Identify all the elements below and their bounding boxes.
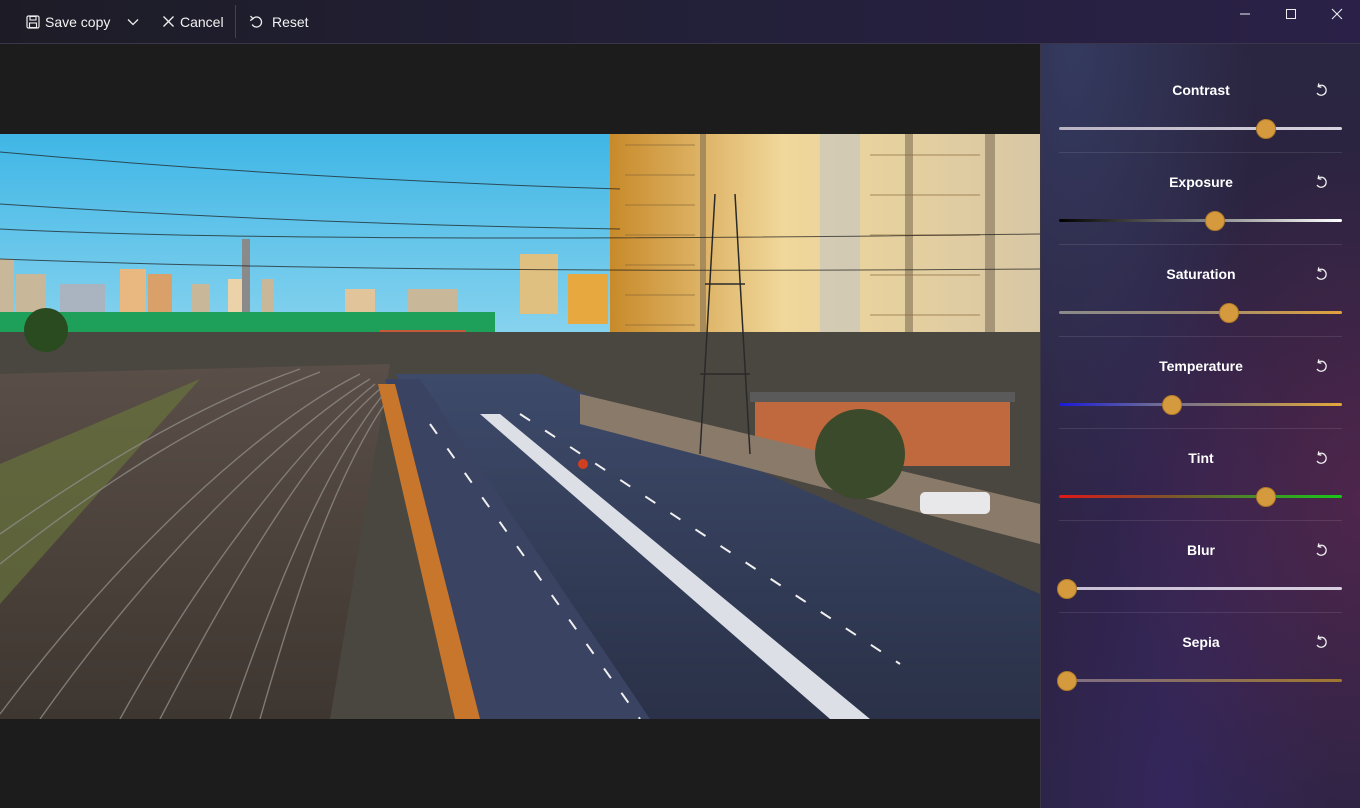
tint-adjustment: Tint [1041,420,1360,521]
save-options-dropdown[interactable] [124,0,142,43]
exposure-slider-thumb[interactable] [1204,211,1225,231]
saturation-adjustment: Saturation [1041,236,1360,337]
sepia-reset-icon[interactable] [1313,634,1331,652]
saturation-slider-thumb[interactable] [1218,303,1239,323]
save-copy-label: Save copy [45,13,111,30]
contrast-slider-track[interactable] [1059,127,1342,130]
minimize-icon [1239,7,1251,25]
adjustments-panel: Contrast Exposure Saturation Temperature Tin… [1040,44,1360,808]
exposure-slider-track[interactable] [1059,219,1342,222]
tint-reset-icon[interactable] [1313,450,1331,468]
maximize-icon [1285,7,1297,25]
temperature-slider-thumb[interactable] [1162,395,1183,415]
saturation-reset-icon[interactable] [1313,266,1331,284]
blur-adjustment: Blur [1041,512,1360,613]
temperature-reset-icon[interactable] [1313,358,1331,376]
temperature-slider-track[interactable] [1059,403,1342,406]
tint-slider-thumb[interactable] [1255,487,1276,507]
blur-slider-track[interactable] [1059,587,1342,590]
image-canvas [0,44,1040,808]
minimize-button[interactable] [1222,0,1268,32]
toolbar: Save copy Cancel Reset [0,0,1360,44]
sepia-adjustment: Sepia [1041,604,1360,696]
blur-slider-thumb[interactable] [1057,579,1078,599]
contrast-adjustment: Contrast [1041,52,1360,153]
close-icon [162,15,175,28]
chevron-down-icon [126,15,140,29]
exposure-adjustment: Exposure [1041,144,1360,245]
close-button[interactable] [1314,0,1360,32]
sepia-slider-thumb[interactable] [1057,671,1078,691]
reset-label: Reset [272,13,309,30]
cancel-button[interactable]: Cancel [162,0,224,43]
undo-icon [249,14,264,29]
save-icon [26,14,40,29]
reset-button[interactable]: Reset [249,0,309,43]
temperature-adjustment: Temperature [1041,328,1360,429]
city-highway-photo [0,134,1040,719]
saturation-slider-track[interactable] [1059,311,1342,314]
sepia-slider-track[interactable] [1059,679,1342,682]
photo-preview[interactable] [0,134,1040,719]
toolbar-divider [235,5,236,38]
save-copy-button[interactable]: Save copy [26,0,110,43]
contrast-reset-icon[interactable] [1313,82,1331,100]
exposure-reset-icon[interactable] [1313,174,1331,192]
contrast-slider-thumb[interactable] [1255,119,1276,139]
tint-slider-track[interactable] [1059,495,1342,498]
blur-reset-icon[interactable] [1313,542,1331,560]
cancel-label: Cancel [180,13,224,30]
close-window-icon [1331,7,1343,25]
maximize-button[interactable] [1268,0,1314,32]
